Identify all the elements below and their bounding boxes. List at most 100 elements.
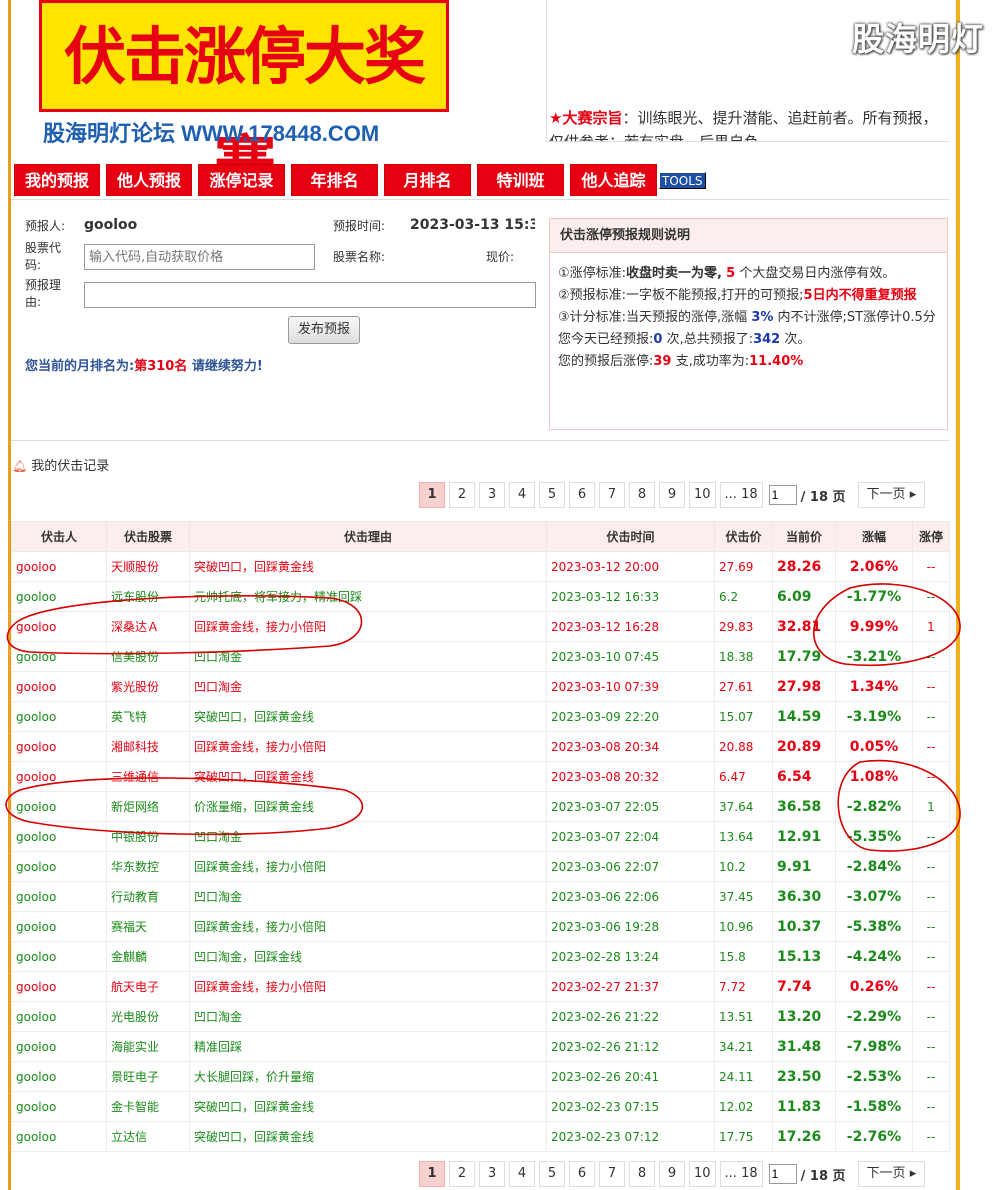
cell-current-price: 6.54 (772, 761, 836, 792)
nav-training-class[interactable]: 特训班 (477, 164, 564, 196)
cell-stock[interactable]: 三维通信 (106, 761, 190, 792)
page-link[interactable]: 7 (599, 482, 625, 508)
page-link[interactable]: 4 (509, 482, 535, 508)
cell-stock[interactable]: 海能实业 (106, 1031, 190, 1062)
cell-stock[interactable]: 金麒麟 (106, 941, 190, 972)
cell-user: gooloo (11, 1031, 107, 1062)
cell-user: gooloo (11, 581, 107, 612)
table-row[interactable]: gooloo 天顺股份 突破凹口，回踩黄金线 2023-03-12 20:00 27.6… (11, 551, 950, 582)
nav-my-forecast[interactable]: 我的预报 (14, 164, 100, 196)
next-page-button[interactable]: 下一页 ▸ (857, 482, 926, 508)
cell-change: -2.29% (835, 1001, 913, 1032)
table-row[interactable]: gooloo 光电股份 凹口淘金 2023-02-26 21:22 13.51 13.20… (11, 1001, 950, 1032)
page-link[interactable]: ... 18 (719, 482, 763, 508)
table-row[interactable]: gooloo 金麒麟 凹口淘金，回踩金线 2023-02-28 13:24 15.8 15… (11, 941, 950, 972)
cell-stock[interactable]: 行动教育 (106, 881, 190, 912)
cell-current-price: 10.37 (772, 911, 836, 942)
page-total: / 18 页 (800, 1168, 846, 1184)
page-link[interactable]: 4 (509, 1161, 535, 1187)
page-jump-input[interactable] (768, 1164, 797, 1184)
cell-user: gooloo (11, 671, 107, 702)
bell-icon: 🔔︎ (12, 459, 28, 473)
page-link[interactable]: 6 (569, 482, 595, 508)
cell-stock[interactable]: 航天电子 (106, 971, 190, 1002)
chevron-right-icon: ▸ (909, 1166, 917, 1181)
cell-change: -2.76% (835, 1121, 913, 1152)
table-row[interactable]: gooloo 赛福天 回踩黄金线，接力小倍阳 2023-03-06 19:28 10.9… (11, 911, 950, 942)
table-row[interactable]: gooloo 华东数控 回踩黄金线，接力小倍阳 2023-03-06 22:07 10.… (11, 851, 950, 882)
table-row[interactable]: gooloo 航天电子 回踩黄金线，接力小倍阳 2023-02-27 21:37 7.7… (11, 971, 950, 1002)
nav-tracking-others[interactable]: 他人追踪 (570, 164, 657, 196)
table-row[interactable]: gooloo 立达信 突破凹口，回踩黄金线 2023-02-23 07:12 17.75… (11, 1121, 950, 1152)
page-link[interactable]: 7 (599, 1161, 625, 1187)
table-row[interactable]: gooloo 新炬网络 价涨量缩，回踩黄金线 2023-03-07 22:05 37.6… (11, 791, 950, 822)
next-page-button[interactable]: 下一页 ▸ (857, 1161, 926, 1187)
cell-stock[interactable]: 立达信 (106, 1121, 190, 1152)
table-row[interactable]: gooloo 金卡智能 突破凹口，回踩黄金线 2023-02-23 07:15 12.0… (11, 1091, 950, 1122)
column-header: 当前价 (772, 521, 836, 552)
page-link[interactable]: 8 (629, 482, 655, 508)
cell-user: gooloo (11, 701, 107, 732)
cell-stock[interactable]: 中银股份 (106, 821, 190, 852)
cell-time: 2023-03-07 22:05 (546, 791, 715, 822)
cell-stock[interactable]: 新炬网络 (106, 791, 190, 822)
page-jump-input[interactable] (768, 485, 797, 505)
page-link[interactable]: 2 (449, 482, 475, 508)
submit-forecast-button[interactable]: 发布预报 (288, 316, 360, 344)
table-row[interactable]: gooloo 英飞特 突破凹口，回踩黄金线 2023-03-09 22:20 15.07… (11, 701, 950, 732)
page-link[interactable]: 9 (659, 1161, 685, 1187)
cell-stock[interactable]: 金卡智能 (106, 1091, 190, 1122)
page-link[interactable]: ... 18 (719, 1161, 763, 1187)
page-link[interactable]: 6 (569, 1161, 595, 1187)
page-link[interactable]: 2 (449, 1161, 475, 1187)
cell-stock[interactable]: 信美股份 (106, 641, 190, 672)
page-link[interactable]: 5 (539, 1161, 565, 1187)
cell-user: gooloo (11, 1091, 107, 1122)
cell-stock[interactable]: 湘邮科技 (106, 731, 190, 762)
cell-stock[interactable]: 远东股份 (106, 581, 190, 612)
cell-reason: 突破凹口，回踩黄金线 (189, 1121, 547, 1152)
cell-reason: 凹口淘金 (189, 671, 547, 702)
table-row[interactable]: gooloo 景旺电子 大长腿回踩，价升量缩 2023-02-26 20:41 24.1… (11, 1061, 950, 1092)
table-row[interactable]: gooloo 紫光股份 凹口淘金 2023-03-10 07:39 27.61 27.98… (11, 671, 950, 702)
cell-stock[interactable]: 华东数控 (106, 851, 190, 882)
cell-time: 2023-03-08 20:34 (546, 731, 715, 762)
table-row[interactable]: gooloo 湘邮科技 回踩黄金线，接力小倍阳 2023-03-08 20:34 20.… (11, 731, 950, 762)
cell-stock[interactable]: 紫光股份 (106, 671, 190, 702)
stock-code-input[interactable] (84, 244, 315, 270)
cell-stock[interactable]: 赛福天 (106, 911, 190, 942)
page-link[interactable]: 3 (479, 1161, 505, 1187)
tools-button[interactable]: TOOLS (659, 172, 706, 189)
page-link[interactable]: 10 (689, 482, 716, 508)
table-row[interactable]: gooloo 行动教育 凹口淘金 2023-03-06 22:06 37.45 36.30… (11, 881, 950, 912)
page-link[interactable]: 8 (629, 1161, 655, 1187)
nav-others-forecast[interactable]: 他人预报 (106, 164, 192, 196)
page-link[interactable]: 1 (419, 1161, 445, 1187)
page-link[interactable]: 10 (689, 1161, 716, 1187)
nav-limit-up-records[interactable]: 涨停记录 (198, 164, 285, 196)
cell-stock[interactable]: 英飞特 (106, 701, 190, 732)
table-row[interactable]: gooloo 中银股份 凹口淘金 2023-03-07 22:04 13.64 12.91… (11, 821, 950, 852)
page-link[interactable]: 9 (659, 482, 685, 508)
table-row[interactable]: gooloo 三维通信 突破凹口，回踩黄金线 2023-03-08 20:32 6.47… (11, 761, 950, 792)
cell-reason: 凹口淘金 (189, 881, 547, 912)
page-link[interactable]: 1 (419, 482, 445, 508)
table-row[interactable]: gooloo 海能实业 精准回踩 2023-02-26 21:12 34.21 31.48… (11, 1031, 950, 1062)
rank-prefix: 您当前的月排名为: (25, 359, 135, 374)
table-row[interactable]: gooloo 深桑达Ａ 回踩黄金线，接力小倍阳 2023-03-12 16:28 29.… (11, 611, 950, 642)
page-link[interactable]: 3 (479, 482, 505, 508)
nav-year-ranking[interactable]: 年排名 (291, 164, 378, 196)
table-row[interactable]: gooloo 远东股份 元帅托底，将军接力，精准回踩 2023-03-12 16:33… (11, 581, 950, 612)
cell-stock[interactable]: 深桑达Ａ (106, 611, 190, 642)
reason-input[interactable] (84, 282, 536, 308)
cell-stock[interactable]: 景旺电子 (106, 1061, 190, 1092)
page-link[interactable]: 5 (539, 482, 565, 508)
nav-month-ranking[interactable]: 月排名 (384, 164, 471, 196)
cell-current-price: 15.13 (772, 941, 836, 972)
cell-reason: 回踩黄金线，接力小倍阳 (189, 611, 547, 642)
cell-price: 20.88 (714, 731, 773, 762)
table-row[interactable]: gooloo 信美股份 凹口淘金 2023-03-10 07:45 18.38 17.79… (11, 641, 950, 672)
banner-logo[interactable]: 伏击涨停大奖赛 股海明灯论坛 WWW.178448.COM (25, 0, 453, 201)
cell-stock[interactable]: 光电股份 (106, 1001, 190, 1032)
cell-stock[interactable]: 天顺股份 (106, 551, 190, 582)
